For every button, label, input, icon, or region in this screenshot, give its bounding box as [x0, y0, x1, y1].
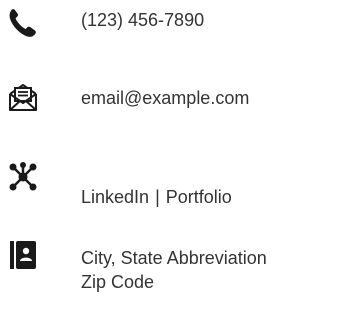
- profile-links: LinkedIn | Portfolio: [81, 185, 232, 209]
- address-line-1: City, State Abbreviation: [81, 248, 267, 268]
- email-address[interactable]: email@example.com: [81, 86, 249, 110]
- phone-number[interactable]: (123) 456-7890: [81, 8, 204, 32]
- linkedin-link[interactable]: LinkedIn: [81, 187, 149, 207]
- network-icon: [8, 162, 38, 192]
- address-line-2: Zip Code: [81, 272, 155, 292]
- address: City, State Abbreviation Zip Code: [81, 246, 267, 294]
- link-separator: |: [155, 187, 160, 207]
- address-book-icon: [8, 240, 38, 270]
- portfolio-link[interactable]: Portfolio: [166, 187, 232, 207]
- envelope-icon: [8, 82, 38, 112]
- phone-icon: [8, 8, 38, 38]
